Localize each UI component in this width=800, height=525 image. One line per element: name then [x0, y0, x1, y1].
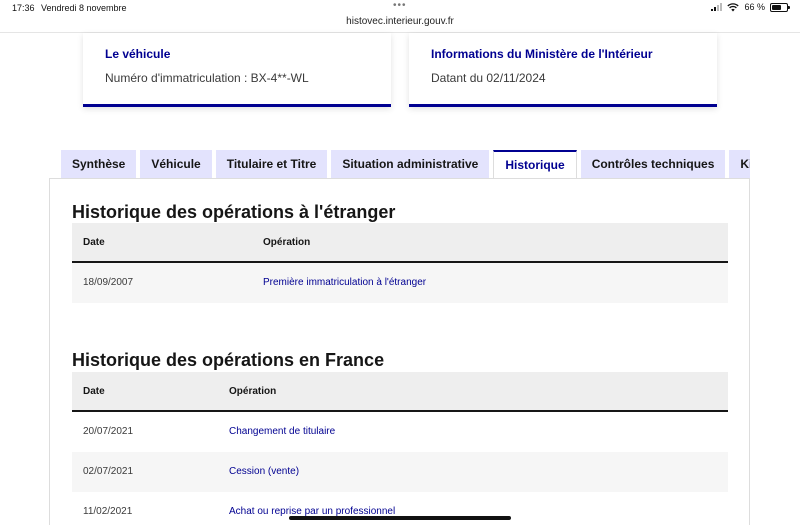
status-date: Vendredi 8 novembre: [41, 3, 127, 13]
tab-bar: Synthèse Véhicule Titulaire et Titre Sit…: [61, 150, 750, 179]
data-date: Datant du 02/11/2024: [431, 71, 546, 85]
table-header: Date Opération: [72, 223, 728, 263]
row-date: 11/02/2021: [83, 506, 133, 517]
multitasking-dots-icon[interactable]: •••: [393, 0, 407, 11]
date-header: Date: [83, 237, 105, 248]
operation-link[interactable]: Première immatriculation à l'étranger: [263, 263, 426, 303]
operation-link[interactable]: Changement de titulaire: [229, 412, 335, 452]
tab-synthese[interactable]: Synthèse: [61, 150, 137, 179]
row-date: 20/07/2021: [83, 426, 134, 437]
registration-number: Numéro d'immatriculation : BX-4**-WL: [105, 71, 309, 85]
vehicle-card: Le véhicule Numéro d'immatriculation : B…: [83, 33, 391, 107]
row-date: 18/09/2007: [83, 277, 134, 288]
tab-vehicule[interactable]: Véhicule: [140, 150, 212, 179]
tab-controles-techniques[interactable]: Contrôles techniques: [580, 150, 726, 179]
tab-situation-administrative[interactable]: Situation administrative: [331, 150, 490, 179]
tab-historique[interactable]: Historique: [493, 150, 577, 179]
operation-header: Opération: [263, 237, 311, 248]
home-indicator[interactable]: [289, 516, 511, 520]
battery-percent: 66 %: [744, 2, 765, 12]
tab-titulaire[interactable]: Titulaire et Titre: [215, 150, 328, 179]
table-header: Date Opération: [72, 372, 728, 412]
wifi-icon: [727, 2, 740, 12]
card-title: Informations du Ministère de l'Intérieur: [431, 47, 653, 61]
foreign-history-title: Historique des opérations à l'étranger: [72, 202, 396, 222]
operation-header: Opération: [229, 386, 277, 397]
address-bar[interactable]: histovec.interieur.gouv.fr: [0, 16, 800, 27]
operation-link[interactable]: Achat ou reprise par un professionnel: [229, 492, 395, 525]
table-row: 18/09/2007 Première immatriculation à l'…: [72, 263, 728, 303]
ministry-info-card: Informations du Ministère de l'Intérieur…: [409, 33, 717, 107]
table-row: 02/07/2021 Cession (vente): [72, 452, 728, 492]
row-date: 02/07/2021: [83, 466, 134, 477]
status-bar: 17:36 Vendredi 8 novembre ••• 66 %: [0, 0, 800, 16]
battery-icon: [770, 2, 790, 12]
france-history-table: Date Opération 20/07/2021 Changement de …: [72, 372, 728, 525]
clock: 17:36: [12, 3, 35, 13]
foreign-history-table: Date Opération 18/09/2007 Première immat…: [72, 223, 728, 303]
table-row: 20/07/2021 Changement de titulaire: [72, 412, 728, 452]
cellular-signal-icon: [711, 3, 723, 11]
card-title: Le véhicule: [105, 47, 171, 61]
operation-link[interactable]: Cession (vente): [229, 452, 299, 492]
france-history-title: Historique des opérations en France: [72, 350, 385, 370]
tab-kilometrage[interactable]: Kilométrage: [729, 150, 750, 179]
table-row: 11/02/2021 Achat ou reprise par un profe…: [72, 492, 728, 525]
date-header: Date: [83, 386, 105, 397]
